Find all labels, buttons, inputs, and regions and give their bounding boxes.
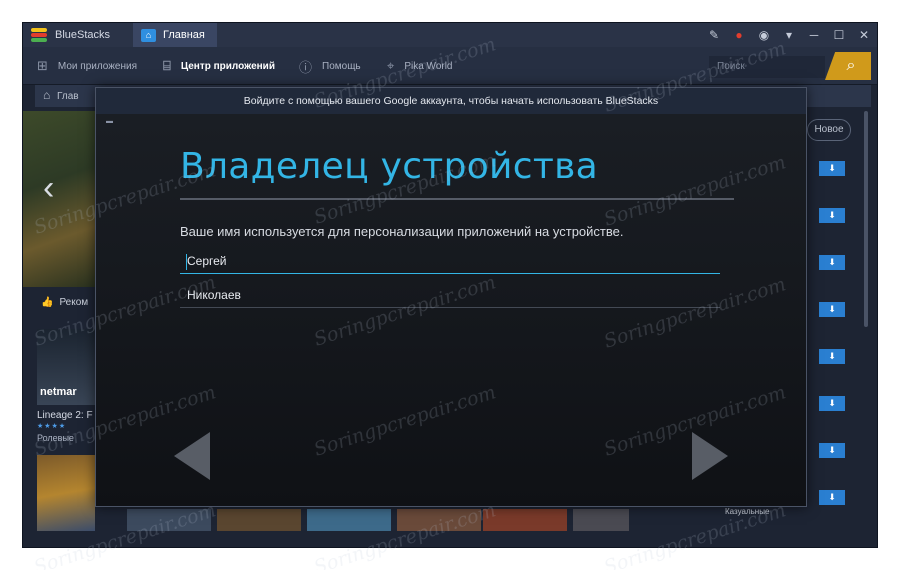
recommended-text: Реком [59, 297, 89, 308]
game-tile[interactable] [127, 509, 211, 531]
search-placeholder: Поиск [717, 61, 745, 72]
recommended-section-label: 👍 Реком [41, 297, 88, 308]
prev-arrow-icon[interactable] [174, 432, 210, 480]
bag-icon: ⌸ [163, 58, 171, 73]
download-icon: ⬇ [828, 210, 836, 220]
bluestacks-window: BlueStacks ⌂ Главная ✎ ● ◉ ▾ ─ ☐ ✕ ⊞ Мои… [22, 22, 878, 548]
bluestacks-logo-icon [29, 27, 51, 43]
download-icon: ⬇ [828, 257, 836, 267]
first-name-field[interactable]: Сергей [180, 250, 720, 274]
category-label: Казуальные [725, 507, 770, 516]
bell-icon[interactable]: ● [732, 28, 746, 42]
tab-home-label: Главная [163, 29, 205, 41]
download-icon: ⬇ [828, 398, 836, 408]
nav-item-label: Мои приложения [57, 60, 138, 72]
google-signin-dialog: Войдите с помощью вашего Google аккаунта… [95, 87, 807, 507]
nav-item-app-center[interactable]: ⌸ Центр приложений [163, 47, 275, 85]
download-icon: ⬇ [828, 304, 836, 314]
download-button[interactable]: ⬇ [819, 255, 845, 270]
maximize-icon[interactable]: ☐ [832, 28, 846, 42]
status-bar-icon: ▬ [106, 118, 113, 125]
minimize-icon[interactable]: ─ [807, 28, 821, 42]
owner-description: Ваше имя используется для персонализации… [180, 224, 624, 239]
nav-item-help[interactable]: ⓘ Помощь [299, 47, 361, 85]
search-icon: ⌕ [846, 57, 856, 74]
grid-icon: ⊞ [37, 58, 48, 73]
download-icon: ⬇ [828, 163, 836, 173]
new-filter-button[interactable]: Новое [807, 119, 851, 141]
close-icon[interactable]: ✕ [857, 28, 871, 42]
download-button[interactable]: ⬇ [819, 396, 845, 411]
download-icon: ⬇ [828, 492, 836, 502]
app-name: BlueStacks [55, 29, 111, 41]
account-icon[interactable]: ◉ [757, 28, 771, 42]
game-tile[interactable] [37, 455, 95, 531]
search-input[interactable]: Поиск [709, 56, 825, 78]
search-button[interactable]: ⌕ [825, 52, 871, 80]
game-brand: netmar [40, 386, 77, 398]
download-button[interactable]: ⬇ [819, 161, 845, 176]
title-divider [180, 198, 734, 200]
scrollbar[interactable] [864, 111, 868, 327]
download-button[interactable]: ⬇ [819, 443, 845, 458]
download-icon: ⬇ [828, 351, 836, 361]
game-tile[interactable] [307, 509, 391, 531]
download-button[interactable]: ⬇ [819, 349, 845, 364]
pin-icon[interactable]: ✎ [707, 28, 721, 42]
home-icon[interactable]: ⌂ [43, 88, 50, 102]
menu-chevron-icon[interactable]: ▾ [782, 28, 796, 42]
last-name-field[interactable]: Николаев [180, 284, 720, 308]
download-button[interactable]: ⬇ [819, 490, 845, 505]
game-name[interactable]: Lineage 2: F [37, 410, 93, 421]
help-icon: ⓘ [299, 59, 313, 75]
game-tile[interactable]: netmar [37, 329, 95, 405]
dialog-body: ▬ Владелец устройства Ваше имя используе… [96, 114, 806, 506]
home-tab-icon: ⌂ [141, 28, 156, 42]
tab-home[interactable]: ⌂ Главная [133, 23, 217, 47]
game-tile[interactable] [483, 509, 567, 531]
page-title: Владелец устройства [180, 146, 598, 187]
thumbs-up-icon: 👍 [41, 297, 54, 308]
nav-bar: ⊞ Мои приложения ⌸ Центр приложений ⓘ По… [23, 47, 877, 85]
download-icon: ⬇ [828, 445, 836, 455]
game-tile[interactable] [573, 509, 629, 531]
nav-item-pika-world[interactable]: ⌖ Pika World [387, 47, 453, 85]
nav-item-label: Помощь [322, 60, 361, 72]
game-tile[interactable] [217, 509, 301, 531]
game-genre: Ролевые [37, 433, 74, 443]
banner-prev-icon[interactable]: ‹ [43, 169, 54, 208]
rating-stars-icon: ★★★★ [37, 423, 67, 430]
game-tile[interactable] [397, 509, 481, 531]
location-icon: ⌖ [387, 58, 395, 73]
breadcrumb-label[interactable]: Глав [57, 91, 79, 102]
nav-item-label: Центр приложений [180, 60, 275, 72]
featured-banner[interactable] [23, 111, 95, 287]
download-button[interactable]: ⬇ [819, 208, 845, 223]
title-bar: BlueStacks ⌂ Главная ✎ ● ◉ ▾ ─ ☐ ✕ [23, 23, 877, 47]
nav-item-my-apps[interactable]: ⊞ Мои приложения [37, 47, 137, 85]
download-button[interactable]: ⬇ [819, 302, 845, 317]
dialog-header: Войдите с помощью вашего Google аккаунта… [96, 88, 806, 114]
next-arrow-icon[interactable] [692, 432, 728, 480]
nav-item-label: Pika World [404, 60, 453, 72]
